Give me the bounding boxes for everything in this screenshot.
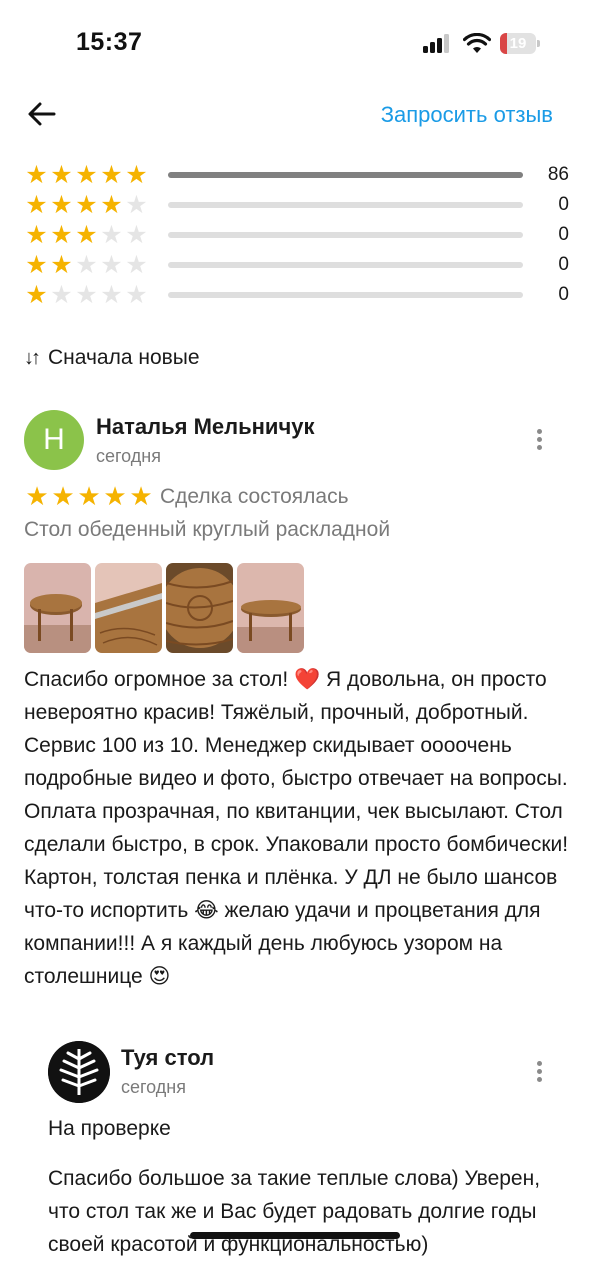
review-photo[interactable]: [166, 563, 233, 653]
star-icon: ★: [25, 251, 48, 279]
star-icon: ★: [100, 191, 123, 219]
review-text: Спасибо огромное за стол! ❤️ Я довольна,…: [24, 668, 569, 988]
back-button[interactable]: [24, 96, 60, 132]
rating-stars: ★ ★ ★ ★ ★: [24, 163, 149, 188]
star-icon: ★: [25, 161, 48, 189]
review-more-button[interactable]: [529, 426, 549, 454]
star-icon: ★: [103, 481, 127, 511]
star-icon: ★: [75, 251, 98, 279]
star-icon: ★: [100, 251, 123, 279]
reply-status: На проверке: [48, 1117, 171, 1140]
rating-bar: [168, 262, 523, 268]
status-time: 15:37: [76, 28, 143, 56]
star-icon: ★: [25, 481, 49, 511]
rating-row-1[interactable]: ★ ★ ★ ★ ★ 0: [24, 283, 569, 309]
star-icon: ★: [125, 221, 148, 249]
star-icon: ★: [129, 481, 153, 511]
star-icon: ★: [75, 281, 98, 309]
star-icon: ★: [77, 481, 101, 511]
rating-row-3[interactable]: ★ ★ ★ ★ ★ 0: [24, 223, 569, 249]
avatar: Н: [24, 410, 84, 470]
seller-logo: [48, 1041, 110, 1103]
rating-count: 0: [558, 254, 569, 275]
sort-button[interactable]: ↓↑ Сначала новые: [24, 346, 200, 370]
review-photo[interactable]: [95, 563, 162, 653]
star-icon: ★: [125, 191, 148, 219]
product-name[interactable]: Стол обеденный круглый раскладной: [24, 518, 390, 542]
home-indicator[interactable]: [190, 1232, 400, 1239]
star-icon: ★: [25, 221, 48, 249]
review-photos: [24, 563, 304, 653]
rating-count: 0: [558, 284, 569, 305]
rating-bar: [168, 292, 523, 298]
star-icon: ★: [25, 191, 48, 219]
star-icon: ★: [100, 161, 123, 189]
star-icon: ★: [75, 161, 98, 189]
rating-count: 86: [547, 164, 569, 185]
star-icon: ★: [125, 251, 148, 279]
rating-row-2[interactable]: ★ ★ ★ ★ ★ 0: [24, 253, 569, 279]
rating-stars: ★ ★ ★ ★ ★: [24, 193, 149, 218]
review-author: Наталья Мельничук: [96, 414, 315, 439]
sort-icon: ↓↑: [24, 346, 41, 369]
reply-more-button[interactable]: [529, 1058, 549, 1086]
star-icon: ★: [50, 221, 73, 249]
review-date: сегодня: [96, 446, 161, 466]
reply-text: Спасибо большое за такие теплые слова) У…: [48, 1167, 541, 1256]
star-icon: ★: [50, 251, 73, 279]
arrow-left-icon: [28, 102, 56, 126]
rating-stars: ★ ★ ★ ★ ★: [24, 223, 149, 248]
star-icon: ★: [50, 191, 73, 219]
star-icon: ★: [50, 161, 73, 189]
rating-stars: ★ ★ ★ ★ ★: [24, 253, 149, 278]
reply-date: сегодня: [121, 1077, 186, 1097]
wifi-icon: [463, 33, 491, 53]
star-icon: ★: [100, 281, 123, 309]
deal-status: Сделка состоялась: [160, 485, 349, 508]
rating-bar: [168, 202, 523, 208]
battery-icon: 19: [500, 33, 540, 55]
review-rating: ★ ★ ★ ★ ★: [24, 481, 154, 511]
star-icon: ★: [25, 281, 48, 309]
review-photo[interactable]: [237, 563, 304, 653]
star-icon: ★: [50, 281, 73, 309]
review-photo[interactable]: [24, 563, 91, 653]
star-icon: ★: [125, 161, 148, 189]
status-bar: 15:37 19: [0, 0, 590, 90]
rating-stars: ★ ★ ★ ★ ★: [24, 283, 149, 308]
rating-row-5[interactable]: ★ ★ ★ ★ ★ 86: [24, 163, 569, 189]
rating-bar-fill: [168, 172, 523, 178]
signal-icon: [423, 33, 453, 53]
star-icon: ★: [75, 191, 98, 219]
star-icon: ★: [100, 221, 123, 249]
reply-author: Туя стол: [121, 1045, 215, 1070]
sort-label: Сначала новые: [48, 346, 200, 369]
star-icon: ★: [51, 481, 75, 511]
rating-bar: [168, 172, 523, 178]
battery-level: 19: [509, 35, 527, 52]
request-review-link[interactable]: Запросить отзыв: [381, 102, 553, 128]
rating-count: 0: [558, 224, 569, 245]
star-icon: ★: [125, 281, 148, 309]
rating-row-4[interactable]: ★ ★ ★ ★ ★ 0: [24, 193, 569, 219]
rating-count: 0: [558, 194, 569, 215]
rating-bar: [168, 232, 523, 238]
star-icon: ★: [75, 221, 98, 249]
